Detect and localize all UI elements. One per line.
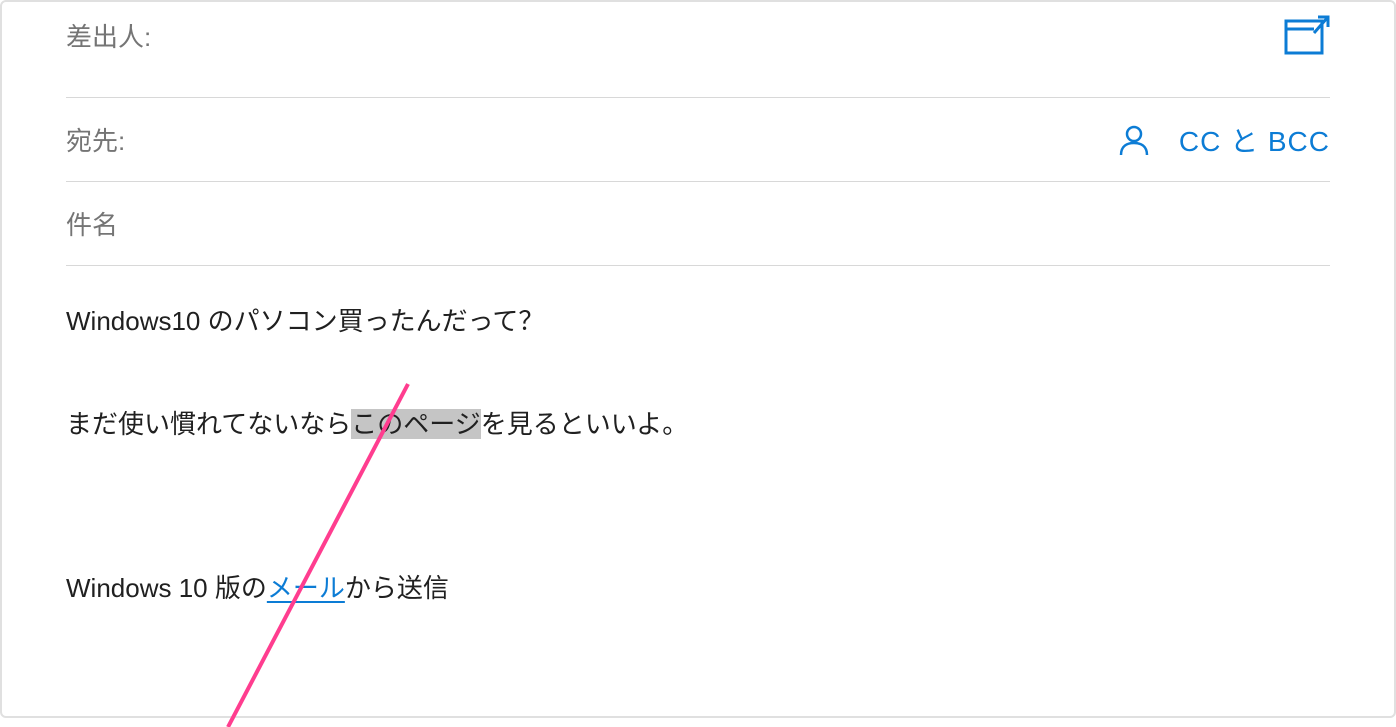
- compose-window: 差出人: 宛先: CC と BCC: [0, 0, 1396, 718]
- contact-picker-icon[interactable]: [1117, 123, 1151, 157]
- message-body[interactable]: Windows10 のパソコン買ったんだって？ まだ使い慣れてないならこのページ…: [2, 266, 1394, 444]
- body-highlighted-text[interactable]: このページ: [351, 409, 480, 439]
- cc-bcc-link[interactable]: CC と BCC: [1179, 120, 1330, 160]
- body-line-1: Windows10 のパソコン買ったんだって？: [66, 302, 1330, 341]
- signature-suffix: から送信: [345, 573, 449, 603]
- signature-prefix: Windows 10 版の: [66, 573, 267, 603]
- from-label: 差出人:: [66, 17, 151, 54]
- from-field-row: [2, 58, 1394, 98]
- signature: Windows 10 版のメールから送信: [2, 568, 1394, 605]
- to-field-actions: CC と BCC: [1117, 120, 1330, 160]
- popout-icon[interactable]: [1284, 12, 1330, 58]
- subject-field-row: 件名: [2, 182, 1394, 266]
- body-line-2: まだ使い慣れてないならこのページを見るといいよ。: [66, 405, 1330, 444]
- body-line-2-after: を見るといいよ。: [481, 409, 688, 439]
- mail-app-link[interactable]: メール: [267, 573, 345, 603]
- body-line-2-before: まだ使い慣れてないなら: [66, 409, 351, 439]
- to-label: 宛先:: [66, 121, 125, 158]
- to-field-row: 宛先: CC と BCC: [2, 98, 1394, 182]
- from-header-row: 差出人:: [2, 2, 1394, 58]
- subject-label[interactable]: 件名: [66, 205, 118, 242]
